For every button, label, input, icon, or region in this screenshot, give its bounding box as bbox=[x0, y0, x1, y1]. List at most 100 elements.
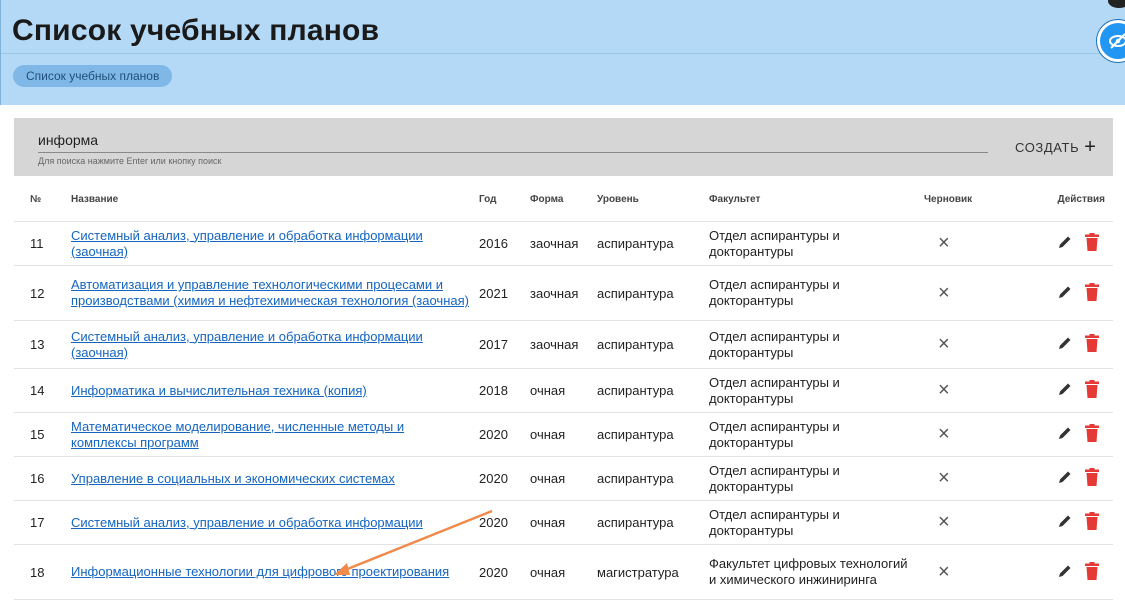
delete-button[interactable] bbox=[1085, 380, 1099, 401]
row-form: очная bbox=[530, 412, 597, 457]
delete-button[interactable] bbox=[1085, 561, 1099, 583]
draft-x-icon: × bbox=[938, 423, 950, 445]
plan-link[interactable]: Системный анализ, управление и обработка… bbox=[71, 515, 479, 531]
delete-button[interactable] bbox=[1085, 468, 1099, 489]
edit-button[interactable] bbox=[1057, 513, 1073, 532]
draft-x-icon: × bbox=[938, 333, 950, 355]
table-row: 18 Информационные технологии для цифрово… bbox=[14, 544, 1113, 600]
column-header-name[interactable]: Название bbox=[71, 178, 479, 222]
row-faculty: Отдел аспирантуры и докторантуры bbox=[709, 221, 924, 266]
column-header-faculty[interactable]: Факультет bbox=[709, 178, 924, 222]
row-number: 14 bbox=[14, 368, 71, 413]
delete-button[interactable] bbox=[1085, 424, 1099, 445]
edit-button[interactable] bbox=[1057, 335, 1073, 354]
column-header-year[interactable]: Год bbox=[479, 178, 530, 222]
create-button-label: СОЗДАТЬ bbox=[1015, 139, 1080, 155]
row-level: аспирантура bbox=[597, 456, 709, 501]
delete-button[interactable] bbox=[1085, 233, 1099, 254]
row-level: аспирантура bbox=[597, 221, 709, 266]
pencil-icon bbox=[1059, 236, 1071, 248]
trash-icon bbox=[1085, 561, 1099, 580]
row-number: 11 bbox=[14, 221, 71, 266]
row-level: аспирантура bbox=[597, 265, 709, 321]
table-row: 16 Управление в социальных и экономическ… bbox=[14, 456, 1113, 501]
edit-button[interactable] bbox=[1057, 425, 1073, 444]
draft-x-icon: × bbox=[938, 511, 950, 533]
pencil-icon bbox=[1059, 286, 1071, 298]
row-faculty: Отдел аспирантуры и докторантуры bbox=[709, 368, 924, 413]
edit-button[interactable] bbox=[1057, 284, 1073, 303]
row-number: 17 bbox=[14, 500, 71, 545]
row-faculty: Отдел аспирантуры и докторантуры bbox=[709, 320, 924, 369]
row-form: заочная bbox=[530, 221, 597, 266]
edit-button[interactable] bbox=[1057, 381, 1073, 400]
search-input[interactable] bbox=[38, 128, 988, 153]
table-row: 17 Системный анализ, управление и обрабо… bbox=[14, 500, 1113, 545]
row-form: заочная bbox=[530, 265, 597, 321]
column-header-form[interactable]: Форма bbox=[530, 178, 597, 222]
draft-x-icon: × bbox=[938, 281, 950, 304]
row-level: аспирантура bbox=[597, 500, 709, 545]
row-year: 2020 bbox=[479, 500, 530, 545]
plan-link[interactable]: Управление в социальных и экономических … bbox=[71, 471, 479, 487]
column-header-number[interactable]: № bbox=[14, 178, 71, 222]
row-year: 2020 bbox=[479, 544, 530, 600]
row-form: очная bbox=[530, 500, 597, 545]
row-faculty: Отдел аспирантуры и докторантуры bbox=[709, 265, 924, 321]
search-hint: Для поиска нажмите Enter или кнопку поис… bbox=[38, 156, 222, 166]
trash-icon bbox=[1085, 282, 1099, 301]
plus-icon: + bbox=[1084, 136, 1097, 158]
table-row: 13 Системный анализ, управление и обрабо… bbox=[14, 320, 1113, 369]
row-year: 2017 bbox=[479, 320, 530, 369]
row-level: магистратура bbox=[597, 544, 709, 600]
plan-link[interactable]: Информационные технологии для цифрового … bbox=[71, 564, 479, 580]
plan-link[interactable]: Информатика и вычислительная техника (ко… bbox=[71, 383, 479, 399]
edit-button[interactable] bbox=[1057, 469, 1073, 488]
row-year: 2020 bbox=[479, 456, 530, 501]
draft-x-icon: × bbox=[938, 467, 950, 489]
pencil-icon bbox=[1059, 565, 1071, 577]
trash-icon bbox=[1085, 334, 1099, 352]
edit-button[interactable] bbox=[1057, 563, 1073, 582]
column-header-draft[interactable]: Черновик bbox=[924, 178, 1009, 222]
trash-icon bbox=[1085, 233, 1099, 251]
row-number: 15 bbox=[14, 412, 71, 457]
delete-button[interactable] bbox=[1085, 282, 1099, 304]
plan-link[interactable]: Автоматизация и управление технологическ… bbox=[71, 277, 479, 309]
row-number: 18 bbox=[14, 544, 71, 600]
edit-button[interactable] bbox=[1057, 234, 1073, 253]
table-row: 12 Автоматизация и управление технологич… bbox=[14, 265, 1113, 321]
table-row: 11 Системный анализ, управление и обрабо… bbox=[14, 221, 1113, 266]
row-level: аспирантура bbox=[597, 412, 709, 457]
breadcrumb[interactable]: Список учебных планов bbox=[13, 65, 173, 87]
plan-link[interactable]: Системный анализ, управление и обработка… bbox=[71, 228, 479, 260]
row-faculty: Факультет цифровых технологий и химическ… bbox=[709, 544, 924, 600]
plan-link[interactable]: Системный анализ, управление и обработка… bbox=[71, 329, 479, 361]
row-level: аспирантура bbox=[597, 320, 709, 369]
delete-button[interactable] bbox=[1085, 334, 1099, 355]
row-form: очная bbox=[530, 544, 597, 600]
column-header-level[interactable]: Уровень bbox=[597, 178, 709, 222]
column-header-actions: Действия bbox=[1009, 178, 1113, 222]
draft-x-icon: × bbox=[938, 560, 950, 583]
delete-button[interactable] bbox=[1085, 512, 1099, 533]
row-number: 16 bbox=[14, 456, 71, 501]
pencil-icon bbox=[1059, 471, 1071, 483]
search-panel: Для поиска нажмите Enter или кнопку поис… bbox=[14, 118, 1113, 176]
pencil-icon bbox=[1059, 427, 1071, 439]
create-button[interactable]: СОЗДАТЬ + bbox=[1015, 135, 1096, 159]
trash-icon bbox=[1085, 512, 1099, 530]
row-form: заочная bbox=[530, 320, 597, 369]
draft-x-icon: × bbox=[938, 232, 950, 254]
pencil-icon bbox=[1059, 383, 1071, 395]
draft-x-icon: × bbox=[938, 379, 950, 401]
table-header-row: № Название Год Форма Уровень Факультет Ч… bbox=[14, 178, 1113, 222]
pencil-icon bbox=[1059, 337, 1071, 349]
plan-link[interactable]: Математическое моделирование, численные … bbox=[71, 419, 479, 451]
table-row: 14 Информатика и вычислительная техника … bbox=[14, 368, 1113, 413]
table-row: 15 Математическое моделирование, численн… bbox=[14, 412, 1113, 457]
row-level: аспирантура bbox=[597, 368, 709, 413]
row-form: очная bbox=[530, 456, 597, 501]
trash-icon bbox=[1085, 468, 1099, 486]
row-year: 2020 bbox=[479, 412, 530, 457]
